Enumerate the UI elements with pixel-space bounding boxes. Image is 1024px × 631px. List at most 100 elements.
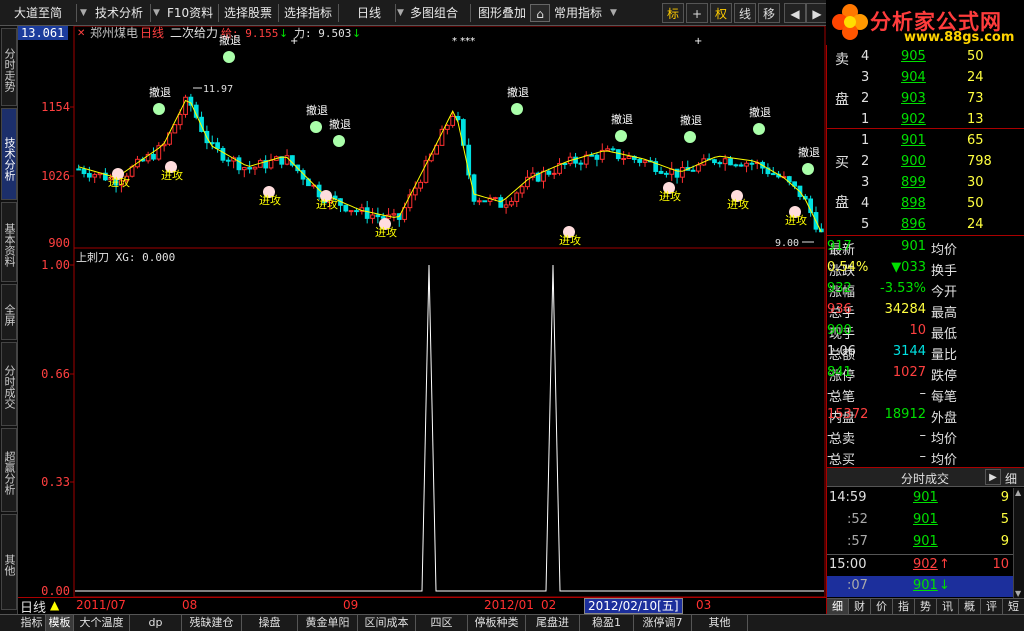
tick-price: 901 xyxy=(913,490,938,505)
tick-row: 15:00 902 ↑ 10 xyxy=(827,554,1013,575)
toolbar-item-select-stock[interactable]: 选择股票 xyxy=(224,3,272,23)
bottom-tab[interactable]: 大个温度 xyxy=(74,615,130,631)
bottom-tab[interactable]: 操盘 xyxy=(242,615,298,631)
bottom-tab[interactable]: 黄金单阳 xyxy=(298,615,358,631)
attack-label: 进攻 xyxy=(559,233,581,247)
candle-body xyxy=(690,169,696,172)
left-tab-fullscreen[interactable]: 全屏 xyxy=(1,284,17,340)
left-tab-bar: 分时走势 技术分析 基本资料 全屏 分时成交 超赢分析 其他 xyxy=(0,26,18,614)
right-tab[interactable]: 价 xyxy=(871,599,893,615)
toolbar-mark[interactable]: 标 xyxy=(662,3,684,23)
toolbar-item-f10[interactable]: F10资料 xyxy=(167,3,213,23)
toolbar-move[interactable]: 移 xyxy=(758,3,780,23)
dropdown-arrow-icon[interactable]: ▼ xyxy=(80,3,87,23)
left-tab-ticks[interactable]: 分时成交 xyxy=(1,342,17,426)
quote-value: ▼033 xyxy=(891,260,926,275)
bottom-tab[interactable]: 停板种类 xyxy=(468,615,526,631)
dropdown-arrow-icon[interactable]: ▼ xyxy=(153,3,160,23)
gei-arrow-icon: ↓ xyxy=(279,27,288,40)
tick-time: 15:00 xyxy=(829,557,867,572)
bottom-tab[interactable]: 涨停调7 xyxy=(634,615,692,631)
retreat-label: 撤退 xyxy=(329,117,351,131)
toolbar-left-arrow-icon[interactable]: ◀ xyxy=(784,3,806,23)
ticks-scrollbar[interactable]: ▲ ▼ xyxy=(1013,488,1024,598)
toolbar-right-arrow-icon[interactable]: ▶ xyxy=(806,3,828,23)
quote-value: 3144 xyxy=(892,344,926,359)
chart-period: 日线 xyxy=(140,26,164,40)
right-tab[interactable]: 概 xyxy=(959,599,981,615)
left-tab-superwin[interactable]: 超赢分析 xyxy=(1,428,17,512)
toolbar-line[interactable]: 线 xyxy=(734,3,756,23)
toolbar-quan[interactable]: 权 xyxy=(710,3,732,23)
left-tab-intraday[interactable]: 分时走势 xyxy=(1,28,17,106)
toolbar-item-common[interactable]: 常用指标 xyxy=(554,3,602,23)
toolbar-item-overlay[interactable]: 图形叠加 xyxy=(478,3,526,23)
toolbar-item-daily[interactable]: 日线 xyxy=(357,3,381,23)
toolbar-item-select-indicator[interactable]: 选择指标 xyxy=(284,3,332,23)
toolbar-item-tech[interactable]: 技术分析 xyxy=(95,3,143,23)
dropdown-arrow-icon[interactable]: ▼ xyxy=(610,3,617,23)
candle-body xyxy=(183,96,188,115)
y-label-sub: 0.66 xyxy=(41,367,70,381)
toolbar-separator xyxy=(218,4,219,22)
bottom-tab[interactable]: 其他 xyxy=(692,615,748,631)
buy-row: 3 899 30 xyxy=(861,175,984,190)
quote-value: 932 xyxy=(827,281,852,296)
toolbar-plus[interactable]: + xyxy=(686,3,708,23)
right-tab[interactable]: 细 xyxy=(827,599,849,615)
left-tab-technical[interactable]: 技术分析 xyxy=(1,108,17,200)
retreat-smiley-icon xyxy=(615,130,627,142)
right-tab[interactable]: 评 xyxy=(981,599,1003,615)
right-tab[interactable]: 势 xyxy=(915,599,937,615)
bottom-tab[interactable]: 残缺建仓 xyxy=(182,615,242,631)
sub-indicator-title: 上刺刀 XG: 0.000 xyxy=(76,251,175,264)
lock-icon[interactable]: ⌂ xyxy=(530,4,550,22)
scroll-up-icon[interactable]: ▲ xyxy=(1015,488,1021,497)
bottom-tab[interactable]: 区间成本 xyxy=(358,615,416,631)
retreat-smiley-icon xyxy=(753,123,765,135)
retreat-smiley-icon xyxy=(684,131,696,143)
retreat-smiley-icon xyxy=(802,163,814,175)
candle-body xyxy=(658,170,664,174)
left-tab-basic[interactable]: 基本资料 xyxy=(1,202,17,282)
buy-row: 2 900 798 xyxy=(861,154,992,169)
stock-name: 郑州煤电 xyxy=(90,26,138,40)
bottom-tab[interactable]: 稳盈1 xyxy=(580,615,634,631)
bottom-tab[interactable]: 尾盘进 xyxy=(526,615,580,631)
tick-volume: 9 xyxy=(1000,490,1009,505)
right-tab[interactable]: 财 xyxy=(849,599,871,615)
quote-value: 936 xyxy=(827,302,852,317)
bottom-tab[interactable]: 指标 xyxy=(18,615,46,631)
x-close-icon[interactable]: ✕ xyxy=(77,28,85,39)
bottom-tab[interactable]: 模板 xyxy=(46,615,74,631)
toolbar-separator xyxy=(76,4,77,22)
right-tab[interactable]: 短 xyxy=(1003,599,1024,615)
candle-body xyxy=(573,156,578,164)
down-arrow-icon: ↓ xyxy=(939,578,950,593)
tick-volume: 5 xyxy=(1000,512,1009,527)
ticks-expand-icon[interactable]: ▶ xyxy=(985,469,1001,485)
right-tab[interactable]: 指 xyxy=(893,599,915,615)
candle-body xyxy=(610,148,616,151)
toolbar-item-dadao[interactable]: 大道至简 xyxy=(14,3,62,23)
attack-label: 进攻 xyxy=(659,189,681,203)
dropdown-arrow-icon[interactable]: ▼ xyxy=(397,3,404,23)
quote-label: 均价 xyxy=(931,243,958,258)
sell-block: 卖 盘 4 905 50 3 904 24 2 903 73 1 902 13 xyxy=(827,45,1024,129)
bottom-tab[interactable]: 四区 xyxy=(416,615,468,631)
candle-body xyxy=(364,207,370,219)
candle-body xyxy=(92,174,98,178)
bottom-tab[interactable]: dp xyxy=(130,615,182,631)
period-triangle-icon[interactable]: ▲ xyxy=(50,598,59,612)
ticks-tab-detail[interactable]: 细 xyxy=(1005,470,1017,487)
tick-price: 902 xyxy=(913,557,938,572)
chart-area[interactable]: 13.061 ✕ 郑州煤电 日线 二次给力 给: 9.155 ↓ 力: 9.50… xyxy=(18,26,826,597)
scroll-down-icon[interactable]: ▼ xyxy=(1015,589,1021,598)
candle-body xyxy=(509,200,514,206)
toolbar-separator xyxy=(150,4,151,22)
right-tab[interactable]: 讯 xyxy=(937,599,959,615)
toolbar-item-multi[interactable]: 多图组合 xyxy=(410,3,458,23)
candle-body xyxy=(615,149,621,160)
candle-body xyxy=(733,164,739,167)
left-tab-other[interactable]: 其他 xyxy=(1,514,17,610)
